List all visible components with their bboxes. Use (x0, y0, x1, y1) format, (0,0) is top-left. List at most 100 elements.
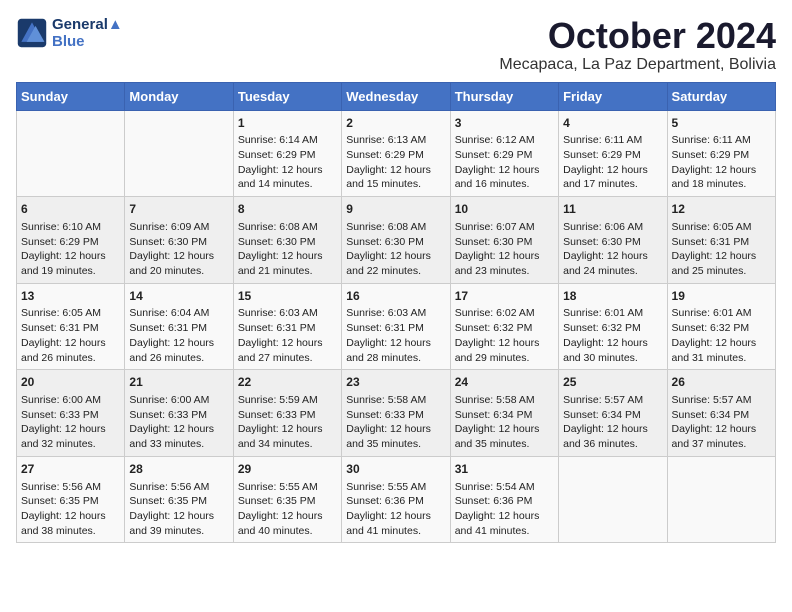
calendar-day-cell: 27 Sunrise: 5:56 AM Sunset: 6:35 PM Dayli… (17, 456, 125, 543)
calendar-day-cell: 10 Sunrise: 6:07 AM Sunset: 6:30 PM Dayli… (450, 197, 558, 284)
calendar-header-cell: Tuesday (233, 82, 341, 110)
day-number: 24 (455, 374, 554, 391)
calendar-day-cell: 2Sunrise: 6:13 AM Sunset: 6:29 PM Daylig… (342, 110, 450, 197)
day-info: Sunrise: 5:58 AM Sunset: 6:34 PM Dayligh… (455, 393, 554, 452)
title-block: October 2024 Mecapaca, La Paz Department… (499, 16, 776, 74)
day-number: 10 (455, 201, 554, 218)
day-number: 20 (21, 374, 120, 391)
day-number: 23 (346, 374, 445, 391)
day-info: Sunrise: 6:11 AM Sunset: 6:29 PM Dayligh… (563, 133, 662, 192)
day-info: Sunrise: 6:00 AM Sunset: 6:33 PM Dayligh… (129, 393, 228, 452)
calendar-week-row: 13Sunrise: 6:05 AM Sunset: 6:31 PM Dayli… (17, 283, 776, 370)
day-info: Sunrise: 6:01 AM Sunset: 6:32 PM Dayligh… (672, 306, 771, 365)
calendar-day-cell: 8Sunrise: 6:08 AM Sunset: 6:30 PM Daylig… (233, 197, 341, 284)
day-number: 30 (346, 461, 445, 478)
day-info: Sunrise: 6:09 AM Sunset: 6:30 PM Dayligh… (129, 220, 228, 279)
calendar-day-cell: 14Sunrise: 6:04 AM Sunset: 6:31 PM Dayli… (125, 283, 233, 370)
calendar-body: 1Sunrise: 6:14 AM Sunset: 6:29 PM Daylig… (17, 110, 776, 543)
day-number: 27 (21, 461, 120, 478)
logo: General▲ Blue (16, 16, 123, 50)
day-number: 4 (563, 115, 662, 132)
calendar-day-cell: 31Sunrise: 5:54 AM Sunset: 6:36 PM Dayli… (450, 456, 558, 543)
day-info: Sunrise: 6:03 AM Sunset: 6:31 PM Dayligh… (346, 306, 445, 365)
day-info: Sunrise: 5:58 AM Sunset: 6:33 PM Dayligh… (346, 393, 445, 452)
day-info: Sunrise: 6:01 AM Sunset: 6:32 PM Dayligh… (563, 306, 662, 365)
calendar-header-cell: Thursday (450, 82, 558, 110)
day-number: 7 (129, 201, 228, 218)
calendar-day-cell (667, 456, 775, 543)
day-info: Sunrise: 6:04 AM Sunset: 6:31 PM Dayligh… (129, 306, 228, 365)
calendar-day-cell: 25Sunrise: 5:57 AM Sunset: 6:34 PM Dayli… (559, 370, 667, 457)
day-number: 14 (129, 288, 228, 305)
calendar-day-cell: 23 Sunrise: 5:58 AM Sunset: 6:33 PM Dayli… (342, 370, 450, 457)
calendar-header-cell: Saturday (667, 82, 775, 110)
calendar-day-cell (559, 456, 667, 543)
day-info: Sunrise: 6:07 AM Sunset: 6:30 PM Dayligh… (455, 220, 554, 279)
day-number: 29 (238, 461, 337, 478)
day-info: Sunrise: 6:06 AM Sunset: 6:30 PM Dayligh… (563, 220, 662, 279)
calendar-header-row: SundayMondayTuesdayWednesdayThursdayFrid… (17, 82, 776, 110)
day-info: Sunrise: 6:12 AM Sunset: 6:29 PM Dayligh… (455, 133, 554, 192)
day-info: Sunrise: 5:56 AM Sunset: 6:35 PM Dayligh… (21, 480, 120, 539)
day-number: 8 (238, 201, 337, 218)
calendar-day-cell: 1Sunrise: 6:14 AM Sunset: 6:29 PM Daylig… (233, 110, 341, 197)
day-number: 18 (563, 288, 662, 305)
calendar-day-cell: 24 Sunrise: 5:58 AM Sunset: 6:34 PM Dayli… (450, 370, 558, 457)
calendar-day-cell (125, 110, 233, 197)
day-number: 26 (672, 374, 771, 391)
day-number: 9 (346, 201, 445, 218)
calendar-day-cell: 22 Sunrise: 5:59 AM Sunset: 6:33 PM Dayli… (233, 370, 341, 457)
day-number: 15 (238, 288, 337, 305)
day-info: Sunrise: 6:08 AM Sunset: 6:30 PM Dayligh… (346, 220, 445, 279)
day-number: 11 (563, 201, 662, 218)
calendar-header-cell: Monday (125, 82, 233, 110)
day-number: 13 (21, 288, 120, 305)
calendar-header-cell: Sunday (17, 82, 125, 110)
day-info: Sunrise: 6:03 AM Sunset: 6:31 PM Dayligh… (238, 306, 337, 365)
day-number: 12 (672, 201, 771, 218)
day-number: 2 (346, 115, 445, 132)
calendar-day-cell: 15Sunrise: 6:03 AM Sunset: 6:31 PM Dayli… (233, 283, 341, 370)
day-number: 21 (129, 374, 228, 391)
day-info: Sunrise: 5:59 AM Sunset: 6:33 PM Dayligh… (238, 393, 337, 452)
calendar-day-cell: 21 Sunrise: 6:00 AM Sunset: 6:33 PM Dayli… (125, 370, 233, 457)
calendar-day-cell: 18Sunrise: 6:01 AM Sunset: 6:32 PM Dayli… (559, 283, 667, 370)
location-title: Mecapaca, La Paz Department, Bolivia (499, 56, 776, 74)
day-info: Sunrise: 5:57 AM Sunset: 6:34 PM Dayligh… (563, 393, 662, 452)
calendar-day-cell: 16Sunrise: 6:03 AM Sunset: 6:31 PM Dayli… (342, 283, 450, 370)
calendar-day-cell: 13Sunrise: 6:05 AM Sunset: 6:31 PM Dayli… (17, 283, 125, 370)
day-number: 19 (672, 288, 771, 305)
calendar-day-cell: 26Sunrise: 5:57 AM Sunset: 6:34 PM Dayli… (667, 370, 775, 457)
day-info: Sunrise: 5:56 AM Sunset: 6:35 PM Dayligh… (129, 480, 228, 539)
calendar-day-cell: 3Sunrise: 6:12 AM Sunset: 6:29 PM Daylig… (450, 110, 558, 197)
day-info: Sunrise: 6:13 AM Sunset: 6:29 PM Dayligh… (346, 133, 445, 192)
day-info: Sunrise: 5:55 AM Sunset: 6:36 PM Dayligh… (346, 480, 445, 539)
logo-icon (16, 17, 48, 49)
day-info: Sunrise: 6:02 AM Sunset: 6:32 PM Dayligh… (455, 306, 554, 365)
calendar-day-cell: 11 Sunrise: 6:06 AM Sunset: 6:30 PM Dayli… (559, 197, 667, 284)
calendar-day-cell: 7 Sunrise: 6:09 AM Sunset: 6:30 PM Daylig… (125, 197, 233, 284)
calendar-week-row: 27 Sunrise: 5:56 AM Sunset: 6:35 PM Dayli… (17, 456, 776, 543)
month-title: October 2024 (499, 16, 776, 56)
calendar-day-cell: 5Sunrise: 6:11 AM Sunset: 6:29 PM Daylig… (667, 110, 775, 197)
calendar-day-cell: 29 Sunrise: 5:55 AM Sunset: 6:35 PM Dayli… (233, 456, 341, 543)
day-info: Sunrise: 5:54 AM Sunset: 6:36 PM Dayligh… (455, 480, 554, 539)
day-info: Sunrise: 6:11 AM Sunset: 6:29 PM Dayligh… (672, 133, 771, 192)
calendar-table: SundayMondayTuesdayWednesdayThursdayFrid… (16, 82, 776, 544)
day-number: 1 (238, 115, 337, 132)
day-info: Sunrise: 6:05 AM Sunset: 6:31 PM Dayligh… (21, 306, 120, 365)
day-number: 5 (672, 115, 771, 132)
day-info: Sunrise: 5:55 AM Sunset: 6:35 PM Dayligh… (238, 480, 337, 539)
calendar-week-row: 6 Sunrise: 6:10 AM Sunset: 6:29 PM Daylig… (17, 197, 776, 284)
day-number: 22 (238, 374, 337, 391)
calendar-day-cell: 30 Sunrise: 5:55 AM Sunset: 6:36 PM Dayli… (342, 456, 450, 543)
day-number: 3 (455, 115, 554, 132)
calendar-day-cell: 20Sunrise: 6:00 AM Sunset: 6:33 PM Dayli… (17, 370, 125, 457)
calendar-header-cell: Friday (559, 82, 667, 110)
day-number: 6 (21, 201, 120, 218)
calendar-day-cell: 6 Sunrise: 6:10 AM Sunset: 6:29 PM Daylig… (17, 197, 125, 284)
calendar-day-cell: 4Sunrise: 6:11 AM Sunset: 6:29 PM Daylig… (559, 110, 667, 197)
calendar-day-cell (17, 110, 125, 197)
day-info: Sunrise: 6:10 AM Sunset: 6:29 PM Dayligh… (21, 220, 120, 279)
calendar-week-row: 20 Sunrise: 6:00 AM Sunset: 6:33 PM Dayli… (17, 370, 776, 457)
